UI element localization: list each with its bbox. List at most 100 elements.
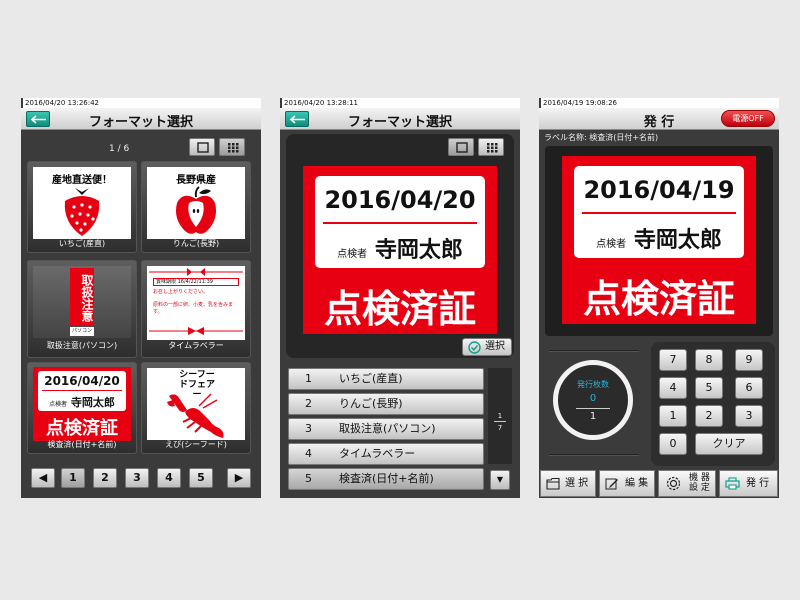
toolbar-label: 設 定 <box>689 483 710 493</box>
issue-screen: 2016/04/19 19:08:26 発 行 電源OFF ラベル名称: 検査済… <box>539 98 779 498</box>
count-set: 1 <box>589 411 597 422</box>
list-item[interactable]: 1 いちご(産直) <box>288 368 484 390</box>
tile-caption: 取扱注意(パソコン) <box>46 341 118 350</box>
tile-caption: りんご(長野) <box>172 239 220 248</box>
grid-view-icon <box>487 143 498 153</box>
thumb-text: 長野県産 <box>176 175 216 186</box>
scroll-down-button[interactable]: ▼ <box>490 470 510 490</box>
toolbar-label: 編 集 <box>625 478 649 489</box>
label-preview: 2016/04/20 点検者 寺岡太郎 点検済証 <box>303 166 497 334</box>
toolbar-label: 機 器 <box>689 473 710 483</box>
scroll-page: 1 <box>497 412 503 420</box>
key-4[interactable]: 4 <box>659 377 687 399</box>
select-button[interactable]: 選択 <box>462 338 512 356</box>
key-5[interactable]: 5 <box>695 377 723 399</box>
key-0[interactable]: 0 <box>659 433 687 455</box>
strawberry-icon <box>64 188 100 236</box>
scroll-total: 7 <box>497 424 503 432</box>
format-tile-time-labeler[interactable]: 賞味期限 16/4/22/11:39 お召し上がりください。 原料の一部に卵、小… <box>141 260 251 358</box>
format-tile-lobster[interactable]: シーフードフェアー えび(シーフード) <box>141 362 251 454</box>
format-select-list-screen: 2016/04/20 13:28:11 フォーマット選択 2016/04/20 … <box>280 98 520 498</box>
format-tile-apple[interactable]: 長野県産 りんご(長野) <box>141 161 251 253</box>
count-area: 発行枚数 0 1 <box>539 342 643 466</box>
preview-name: 点検者 寺岡太郎 <box>337 238 463 263</box>
thumb-name: 点検者 寺岡太郎 <box>49 396 115 409</box>
printer-icon <box>725 477 740 490</box>
key-1[interactable]: 1 <box>659 405 687 427</box>
preview-date: 2016/04/19 <box>583 176 735 204</box>
page-button-1[interactable]: 1 <box>61 468 85 488</box>
thumb-date: 2016/04/20 <box>44 374 120 388</box>
ribbon-icon <box>149 268 243 276</box>
tile-caption: タイムラベラー <box>168 341 224 350</box>
key-2[interactable]: 2 <box>695 405 723 427</box>
format-select-grid-screen: 2016/04/20 13:26:42 フォーマット選択 1 / 6 産地直送便… <box>21 98 261 498</box>
list-item[interactable]: 3 取扱注意(パソコン) <box>288 418 484 440</box>
preview-stamp: 点検済証 <box>323 287 476 331</box>
format-tile-strawberry[interactable]: 産地直送便！ いちご(産直) <box>27 161 137 253</box>
label-name: ラベル名称: 検査済(日付+名前) <box>544 133 659 142</box>
list-item-selected[interactable]: 5 検査済(日付+名前) <box>288 468 484 490</box>
single-view-button[interactable] <box>448 138 474 156</box>
tile-caption: いちご(産直) <box>58 239 106 248</box>
toolbar-label: 選 択 <box>565 478 589 489</box>
settings-tab-button[interactable]: 機 器 設 定 <box>658 470 716 497</box>
key-8[interactable]: 8 <box>695 349 723 371</box>
grid-view-button[interactable] <box>478 138 504 156</box>
thumb-text: 賞味期限 16/4/22/11:39 <box>153 278 239 286</box>
count-label: 発行枚数 <box>577 380 609 389</box>
preview-name: 点検者 寺岡太郎 <box>596 228 722 253</box>
toolbar-label: 発 行 <box>746 478 770 489</box>
format-tile-fragile[interactable]: 取扱注意 パソコン 取扱注意(パソコン) <box>27 260 137 358</box>
key-7[interactable]: 7 <box>659 349 687 371</box>
gear-icon <box>666 476 681 491</box>
inspected-label-thumb: 2016/04/20 点検者 寺岡太郎 点検済証 <box>33 367 131 441</box>
single-view-button[interactable] <box>189 138 215 156</box>
key-3[interactable]: 3 <box>735 405 763 427</box>
single-view-icon <box>197 142 209 153</box>
list-item[interactable]: 2 りんご(長野) <box>288 393 484 415</box>
issue-tab-button[interactable]: 発 行 <box>719 470 778 497</box>
key-6[interactable]: 6 <box>735 377 763 399</box>
select-tab-button[interactable]: 選 択 <box>540 470 596 497</box>
lobster-label-thumb: シーフードフェアー <box>147 368 245 440</box>
thumb-sub: パソコン <box>70 327 94 336</box>
thumb-text: 原料の一部に卵、小麦、乳を含みます。 <box>153 302 234 315</box>
timestamp: 2016/04/20 13:28:11 <box>282 98 520 108</box>
preview-date: 2016/04/20 <box>324 186 476 214</box>
page-title: フォーマット選択 <box>88 115 193 130</box>
page-button-2[interactable]: 2 <box>93 468 117 488</box>
check-circle-icon <box>468 341 481 354</box>
page-indicator: 1 / 6 <box>109 144 130 154</box>
prev-page-button[interactable]: ◀ <box>31 468 55 488</box>
folder-icon <box>546 477 560 490</box>
clear-button[interactable]: クリア <box>695 433 763 455</box>
grid-view-icon <box>228 143 239 153</box>
thumb-stamp: 点検済証 <box>46 418 118 439</box>
power-off-button[interactable]: 電源OFF <box>721 110 775 127</box>
fragile-label-thumb: 取扱注意 パソコン <box>33 266 131 338</box>
scrollbar[interactable]: 1 7 <box>488 368 512 464</box>
edit-tab-button[interactable]: 編 集 <box>599 470 655 497</box>
header-bar: フォーマット選択 <box>280 108 520 130</box>
edit-icon <box>605 478 618 490</box>
time-label-thumb: 賞味期限 16/4/22/11:39 お召し上がりください。 原料の一部に卵、小… <box>147 266 245 340</box>
scroll-divider <box>494 421 506 422</box>
page-button-5[interactable]: 5 <box>189 468 213 488</box>
key-9[interactable]: 9 <box>735 349 763 371</box>
strawberry-label-thumb: 産地直送便！ <box>33 167 131 239</box>
grid-view-button[interactable] <box>219 138 245 156</box>
tile-caption: えび(シーフード) <box>165 440 227 449</box>
timestamp: 2016/04/19 19:08:26 <box>541 98 779 108</box>
thumb-text: お召し上がりください。 <box>153 289 209 295</box>
count-dial[interactable]: 発行枚数 0 1 <box>553 360 633 440</box>
list-item[interactable]: 4 タイムラベラー <box>288 443 484 465</box>
count-value: 0 <box>589 393 597 404</box>
format-tile-inspected[interactable]: 2016/04/20 点検者 寺岡太郎 点検済証 検査済(日付+名前) <box>27 362 137 454</box>
header-bar: フォーマット選択 <box>21 108 261 130</box>
next-page-button[interactable]: ▶ <box>227 468 251 488</box>
timestamp: 2016/04/20 13:26:42 <box>23 98 261 108</box>
page-button-4[interactable]: 4 <box>157 468 181 488</box>
page-button-3[interactable]: 3 <box>125 468 149 488</box>
lobster-icon <box>167 393 224 438</box>
